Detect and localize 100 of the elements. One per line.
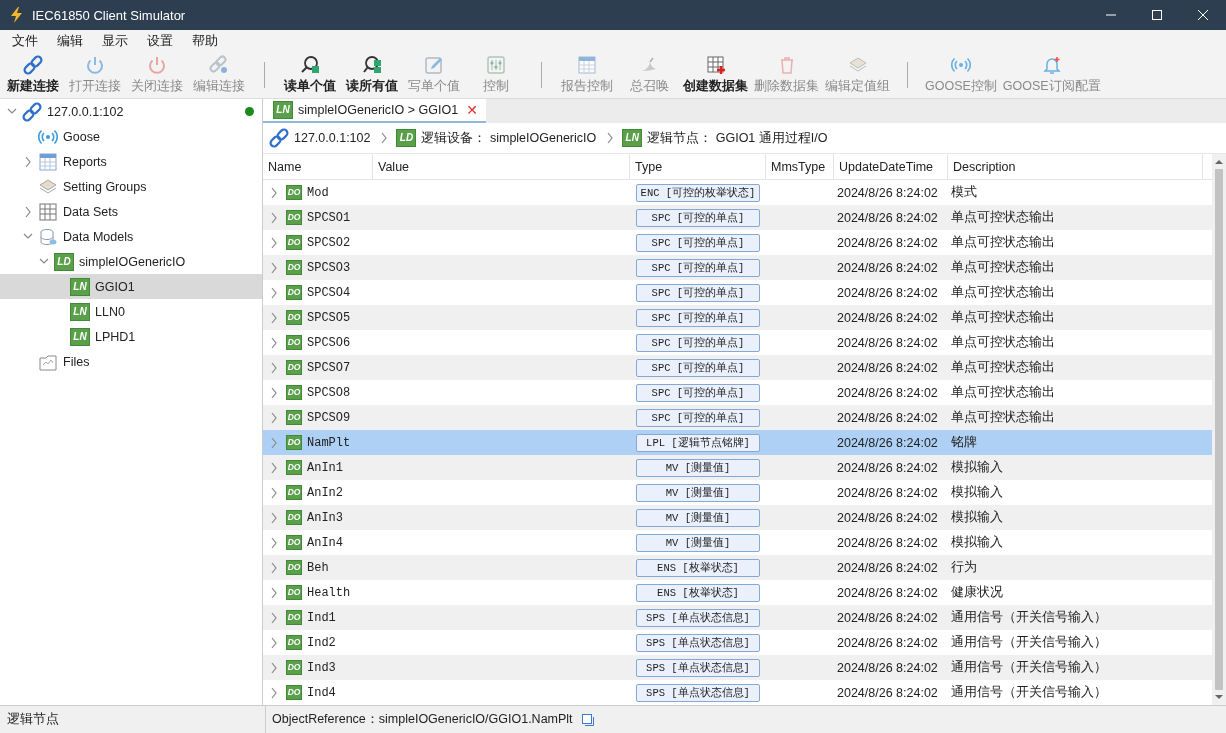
table-cell: Mod [307,185,329,200]
do-badge: DO [286,560,302,575]
table-cell: Ind4 [307,685,336,700]
table-row[interactable]: DO AnIn1 MV [测量值] 2024/8/26 8:24:02 模拟输入 [263,455,1212,480]
tree-item[interactable]: LD simpleIOGenericIO [0,249,262,274]
do-badge: DO [286,410,302,425]
window-title: IEC61850 Client Simulator [32,7,187,23]
table-cell: 模式 [951,184,977,201]
tree-item[interactable]: Reports [0,149,262,174]
scroll-thumb[interactable] [1215,169,1223,690]
toolbar-button[interactable]: 新建连接 [2,55,64,95]
table-cell: AnIn1 [307,460,343,475]
table-row[interactable]: DO SPCSO5 SPC [可控的单点] 2024/8/26 8:24:02 单点可控状态输出 [263,305,1212,330]
do-badge: DO [286,610,302,625]
table-row[interactable]: DO Health ENS [枚举状态] 2024/8/26 8:24:02 健康状况 [263,580,1212,605]
toolbar-button[interactable]: 读所有值 [341,55,403,95]
tree-item[interactable]: LN LPHD1 [0,324,262,349]
type-tag: SPC [可控的单点] [636,283,760,302]
link-gear-icon [209,55,229,75]
scrollbar[interactable] [1212,154,1226,705]
magnifier-icon [362,55,382,75]
table-row[interactable]: DO AnIn2 MV [测量值] 2024/8/26 8:24:02 模拟输入 [263,480,1212,505]
do-badge: DO [286,185,302,200]
table-row[interactable]: DO Beh ENS [枚举状态] 2024/8/26 8:24:02 行为 [263,555,1212,580]
table-row[interactable]: DO Ind4 SPS [单点状态信息] 2024/8/26 8:24:02 通用信号（开关信号输入） [263,680,1212,705]
type-tag: SPS [单点状态信息] [636,683,760,702]
table-row[interactable]: DO Ind3 SPS [单点状态信息] 2024/8/26 8:24:02 通用信号（开关信号输入） [263,655,1212,680]
tree-item[interactable]: LN GGIO1 [0,274,262,299]
do-badge: DO [286,485,302,500]
menu-item[interactable]: 设置 [139,32,184,50]
table-row[interactable]: DO Ind2 SPS [单点状态信息] 2024/8/26 8:24:02 通用信号（开关信号输入） [263,630,1212,655]
breadcrumb-item[interactable]: LD 逻辑设备： simpleIOGenericIO [396,129,597,147]
scroll-up-icon [1214,158,1224,166]
table-row[interactable]: DO SPCSO8 SPC [可控的单点] 2024/8/26 8:24:02 单点可控状态输出 [263,380,1212,405]
table-row[interactable]: DO SPCSO7 SPC [可控的单点] 2024/8/26 8:24:02 单点可控状态输出 [263,355,1212,380]
tree-item[interactable]: Setting Groups [0,174,262,199]
table-row[interactable]: DO SPCSO1 SPC [可控的单点] 2024/8/26 8:24:02 单点可控状态输出 [263,205,1212,230]
table-cell: 2024/8/26 8:24:02 [837,560,938,575]
table-cell: Health [307,585,351,600]
table-cell: 通用信号（开关信号输入） [951,609,1107,626]
table-cell: SPCSO6 [307,335,351,350]
toolbar-button[interactable]: 读单个值 [279,55,341,95]
link-icon [23,55,43,75]
table-row[interactable]: DO SPCSO4 SPC [可控的单点] 2024/8/26 8:24:02 单点可控状态输出 [263,280,1212,305]
type-tag: SPC [可控的单点] [636,333,760,352]
column-header[interactable]: Name [263,154,373,179]
ld-badge: LD [54,252,74,271]
do-badge: DO [286,460,302,475]
tree-item[interactable]: 127.0.0.1:102 [0,99,262,124]
column-header[interactable]: Value [373,154,630,179]
menu-item[interactable]: 帮助 [184,32,229,50]
document-tab[interactable]: LN simpleIOGenericIO > GGIO1 ✕ [263,99,486,123]
tree-item[interactable]: LN LLN0 [0,299,262,324]
breadcrumb-item[interactable]: LN 逻辑节点： GGIO1 通用过程I/O [622,129,828,147]
toolbar-button[interactable]: 创建数据集 [680,55,751,95]
tree-item[interactable]: Data Models [0,224,262,249]
table-cell: 单点可控状态输出 [951,359,1055,376]
table-cell: 单点可控状态输出 [951,309,1055,326]
table-row[interactable]: DO NamPlt LPL [逻辑节点铭牌] 2024/8/26 8:24:02 铭牌 [263,430,1212,455]
table-row[interactable]: DO SPCSO9 SPC [可控的单点] 2024/8/26 8:24:02 单点可控状态输出 [263,405,1212,430]
tree-item[interactable]: Data Sets [0,199,262,224]
type-tag: SPC [可控的单点] [636,408,760,427]
table-cell: 2024/8/26 8:24:02 [837,660,938,675]
table-row[interactable]: DO AnIn4 MV [测量值] 2024/8/26 8:24:02 模拟输入 [263,530,1212,555]
table-row[interactable]: DO Ind1 SPS [单点状态信息] 2024/8/26 8:24:02 通用信号（开关信号输入） [263,605,1212,630]
do-badge: DO [286,260,302,275]
tree-item[interactable]: Files [0,349,262,374]
table-row[interactable]: DO SPCSO2 SPC [可控的单点] 2024/8/26 8:24:02 单点可控状态输出 [263,230,1212,255]
column-header[interactable]: Type [630,154,766,179]
type-tag: SPC [可控的单点] [636,383,760,402]
table-row[interactable]: DO SPCSO3 SPC [可控的单点] 2024/8/26 8:24:02 单点可控状态输出 [263,255,1212,280]
menu-item[interactable]: 显示 [94,32,139,50]
close-tab-button[interactable]: ✕ [466,102,478,118]
table-cell: 健康状况 [951,584,1003,601]
table-row[interactable]: DO Mod ENC [可控的枚举状态] 2024/8/26 8:24:02 模式 [263,180,1212,205]
column-header[interactable]: UpdateDateTime [834,154,948,179]
do-badge: DO [286,660,302,675]
breadcrumb-item[interactable]: 127.0.0.1:102 [269,128,371,148]
sliders-icon [486,55,506,75]
pencil-icon [424,55,444,75]
table-row[interactable]: DO SPCSO6 SPC [可控的单点] 2024/8/26 8:24:02 单点可控状态输出 [263,330,1212,355]
table-row[interactable]: DO AnIn3 MV [测量值] 2024/8/26 8:24:02 模拟输入 [263,505,1212,530]
do-badge: DO [286,235,302,250]
type-tag: SPS [单点状态信息] [636,658,760,677]
column-header[interactable]: MmsType [766,154,834,179]
table-cell: SPCSO3 [307,260,351,275]
tree-item[interactable]: Goose [0,124,262,149]
column-header[interactable]: Description [948,154,1203,179]
table-cell: AnIn3 [307,510,343,525]
type-tag: SPC [可控的单点] [636,258,760,277]
menu-item[interactable]: 文件 [4,32,49,50]
do-badge: DO [286,335,302,350]
table-cell: 2024/8/26 8:24:02 [837,260,938,275]
type-tag: MV [测量值] [636,508,760,527]
table-cell: 单点可控状态输出 [951,284,1055,301]
do-badge: DO [286,210,302,225]
menu-item[interactable]: 编辑 [49,32,94,50]
table-cell: 2024/8/26 8:24:02 [837,335,938,350]
type-tag: SPS [单点状态信息] [636,633,760,652]
copy-icon [580,712,595,727]
